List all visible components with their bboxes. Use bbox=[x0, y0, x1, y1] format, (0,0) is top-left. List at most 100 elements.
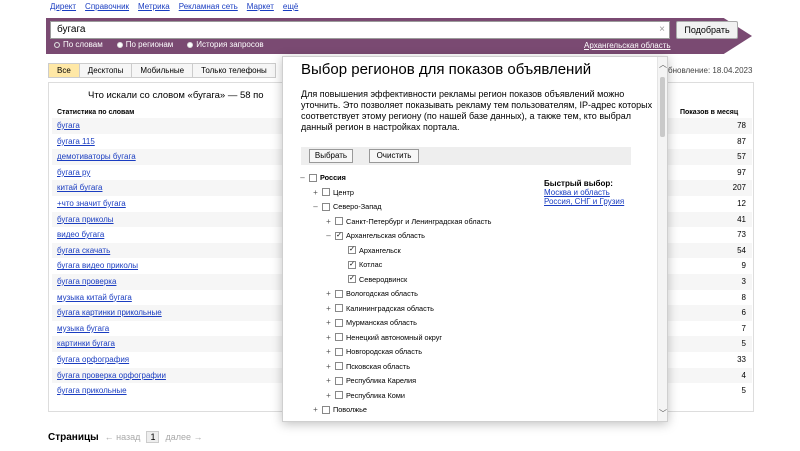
region-checkbox[interactable]: ✓ bbox=[335, 231, 343, 240]
clear-button[interactable]: Очистить bbox=[369, 149, 419, 163]
region-checkbox[interactable] bbox=[309, 173, 317, 182]
region-label[interactable]: Калининградская область bbox=[346, 304, 434, 313]
region-label[interactable]: Новгородская область bbox=[346, 347, 422, 356]
query-link[interactable]: музыка китай бугага bbox=[57, 293, 132, 302]
region-checkbox[interactable]: ✓ bbox=[348, 275, 356, 283]
expand-icon[interactable]: + bbox=[325, 217, 332, 226]
top-nav-link[interactable]: Маркет bbox=[247, 2, 274, 14]
region-label[interactable]: Республика Карелия bbox=[346, 376, 416, 385]
collapse-icon[interactable]: – bbox=[299, 173, 306, 182]
collapse-icon[interactable]: – bbox=[325, 231, 332, 240]
expand-icon[interactable]: + bbox=[325, 304, 332, 313]
region-link[interactable]: Архангельская область bbox=[584, 41, 671, 50]
region-tree-node: ✓ Северодвинск bbox=[338, 275, 407, 284]
region-checkbox[interactable] bbox=[335, 304, 343, 312]
region-label[interactable]: Северо-Запад bbox=[333, 202, 381, 211]
query-link[interactable]: бугага картинки прикольные bbox=[57, 308, 162, 317]
query-link[interactable]: бугага прикольные bbox=[57, 386, 127, 395]
region-label[interactable]: Архангельск bbox=[359, 246, 401, 255]
collapse-icon[interactable]: – bbox=[312, 202, 319, 211]
region-label[interactable]: Архангельская область bbox=[346, 231, 425, 240]
query-link[interactable]: видео бугага bbox=[57, 230, 104, 239]
region-checkbox[interactable] bbox=[335, 376, 343, 385]
top-nav-link[interactable]: Справочник bbox=[85, 2, 129, 14]
query-link[interactable]: китай бугага bbox=[57, 183, 102, 192]
expand-icon[interactable]: + bbox=[325, 318, 332, 327]
quick-link-moscow[interactable]: Москва и область bbox=[544, 188, 624, 197]
region-tree-node: + Калининградская область bbox=[325, 304, 434, 313]
scroll-up-icon[interactable]: ︿ bbox=[659, 59, 667, 70]
region-checkbox[interactable] bbox=[322, 405, 330, 414]
region-label[interactable]: Котлас bbox=[359, 260, 382, 269]
query-link[interactable]: бугага видео приколы bbox=[57, 261, 138, 270]
clear-icon[interactable]: × bbox=[656, 24, 668, 36]
query-link[interactable]: бугага приколы bbox=[57, 215, 114, 224]
region-checkbox[interactable] bbox=[335, 289, 343, 298]
expand-icon[interactable]: + bbox=[312, 188, 319, 197]
region-checkbox[interactable]: ✓ bbox=[348, 260, 356, 269]
query-link[interactable]: бугага скачать bbox=[57, 246, 110, 255]
query-link[interactable]: демотиваторы бугага bbox=[57, 152, 136, 161]
region-checkbox[interactable] bbox=[335, 318, 343, 327]
prev-page-link[interactable]: ← назад bbox=[105, 432, 141, 442]
region-label[interactable]: Россия bbox=[320, 173, 346, 182]
search-mode-radio[interactable]: История запросов bbox=[187, 40, 264, 49]
region-label[interactable]: Санкт-Петербург и Ленинградская область bbox=[346, 217, 491, 226]
top-nav-link[interactable]: Метрика bbox=[138, 2, 170, 14]
search-input[interactable]: бугага bbox=[50, 21, 670, 39]
device-tab[interactable]: Все bbox=[48, 63, 80, 78]
device-tab[interactable]: Только телефоны bbox=[192, 63, 276, 78]
radio-dot-icon[interactable] bbox=[116, 41, 123, 48]
submit-button[interactable]: Подобрать bbox=[676, 21, 738, 39]
next-page-link[interactable]: далее → bbox=[165, 432, 202, 442]
region-label[interactable]: Ненецкий автономный округ bbox=[346, 333, 442, 342]
radio-dot-icon[interactable] bbox=[187, 41, 194, 48]
quick-link-russia-cis[interactable]: Россия, СНГ и Грузия bbox=[544, 197, 624, 206]
expand-icon[interactable]: + bbox=[325, 376, 332, 385]
region-checkbox[interactable] bbox=[335, 333, 343, 341]
query-link[interactable]: музыка бугага bbox=[57, 324, 109, 333]
expand-icon[interactable]: + bbox=[325, 347, 332, 356]
expand-icon[interactable]: + bbox=[325, 289, 332, 298]
search-mode-radio[interactable]: По регионам bbox=[116, 40, 173, 49]
region-checkbox[interactable] bbox=[335, 217, 343, 225]
query-link[interactable]: бугага ру bbox=[57, 168, 90, 177]
region-checkbox[interactable]: ✓ bbox=[348, 246, 356, 254]
region-label[interactable]: Республика Коми bbox=[346, 391, 405, 400]
query-link[interactable]: бугага 115 bbox=[57, 137, 95, 146]
search-mode-radio[interactable]: По словам bbox=[54, 40, 103, 49]
scroll-thumb[interactable] bbox=[660, 77, 665, 137]
expand-icon[interactable]: + bbox=[325, 362, 332, 371]
region-checkbox[interactable] bbox=[322, 202, 330, 211]
query-link[interactable]: бугага орфография bbox=[57, 355, 129, 364]
select-button[interactable]: Выбрать bbox=[309, 149, 353, 163]
region-label[interactable]: Северодвинск bbox=[359, 275, 407, 284]
region-checkbox[interactable] bbox=[335, 362, 343, 370]
region-label[interactable]: Поволжье bbox=[333, 405, 367, 414]
query-link[interactable]: +что значит бугага bbox=[57, 199, 126, 208]
expand-icon[interactable]: + bbox=[325, 391, 332, 400]
expand-icon[interactable]: + bbox=[325, 333, 332, 342]
query-link[interactable]: бугага проверка bbox=[57, 277, 116, 286]
region-checkbox[interactable] bbox=[335, 347, 343, 356]
dialog-scrollbar[interactable]: ︿ ﹀ bbox=[657, 57, 667, 421]
expand-icon[interactable]: + bbox=[312, 405, 319, 414]
query-link[interactable]: картинки бугага bbox=[57, 339, 115, 348]
impressions-count: 97 bbox=[737, 167, 746, 177]
scroll-down-icon[interactable]: ﹀ bbox=[659, 408, 667, 419]
device-tab[interactable]: Мобильные bbox=[131, 63, 194, 78]
query-link[interactable]: бугага проверка орфографии bbox=[57, 371, 166, 380]
region-label[interactable]: Мурманская область bbox=[346, 318, 417, 327]
region-label[interactable]: Вологодская область bbox=[346, 289, 418, 298]
radio-dot-icon[interactable] bbox=[54, 41, 60, 48]
top-nav-link[interactable]: ещё bbox=[283, 2, 298, 14]
top-nav-link[interactable]: Рекламная сеть bbox=[179, 2, 238, 14]
region-tree-node: + Мурманская область bbox=[325, 318, 417, 327]
device-tab[interactable]: Десктопы bbox=[78, 63, 133, 78]
region-label[interactable]: Псковская область bbox=[346, 362, 410, 371]
region-label[interactable]: Центр bbox=[333, 188, 354, 197]
region-checkbox[interactable] bbox=[322, 188, 330, 196]
region-checkbox[interactable] bbox=[335, 391, 343, 399]
top-nav-link[interactable]: Директ bbox=[50, 2, 76, 14]
query-link[interactable]: бугага bbox=[57, 121, 80, 130]
